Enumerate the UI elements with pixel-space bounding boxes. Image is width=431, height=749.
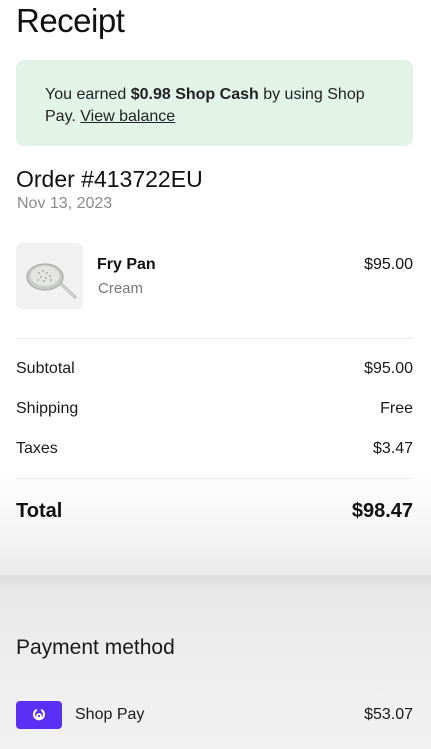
shop-cash-prefix: You earned [45, 86, 131, 103]
payment-method-label: Shop Pay [75, 706, 145, 723]
subtotal-value: $95.00 [364, 360, 413, 377]
summary-divider [16, 478, 413, 479]
item-variant: Cream [98, 280, 144, 297]
taxes-row: Taxes $3.47 [16, 440, 413, 458]
shop-pay-icon [16, 701, 62, 729]
item-name: Fry Pan [97, 256, 156, 273]
total-label: Total [16, 500, 63, 522]
taxes-value: $3.47 [372, 440, 413, 457]
fry-pan-icon [25, 263, 77, 299]
order-date: Nov 13, 2023 [17, 195, 113, 212]
total-value: $98.47 [351, 500, 413, 522]
page-title: Receipt [16, 2, 125, 39]
fry-pan-image [16, 243, 83, 309]
shop-cash-banner: You earned $0.98 Shop Cash by using Shop… [16, 60, 413, 146]
shipping-label: Shipping [16, 400, 79, 417]
total-row: Total $98.47 [16, 500, 413, 523]
receipt-page: Receipt You earned $0.98 Shop Cash by us… [0, 0, 431, 749]
payment-method-heading: Payment method [16, 636, 175, 659]
payment-method-amount: $53.07 [364, 706, 413, 723]
shop-cash-amount: $0.98 Shop Cash [130, 86, 259, 103]
subtotal-label: Subtotal [16, 360, 75, 377]
shop-pay-glyph [33, 709, 45, 721]
shipping-value: Free [380, 400, 413, 417]
view-balance-link[interactable]: View balance [80, 108, 175, 125]
item-price: $95.00 [364, 256, 413, 273]
payment-method-row: Shop Pay $53.07 [16, 701, 413, 729]
items-divider [16, 338, 413, 339]
shipping-row: Shipping Free [16, 400, 413, 418]
subtotal-row: Subtotal $95.00 [16, 360, 413, 378]
taxes-label: Taxes [16, 440, 58, 457]
order-number: Order #413722EU [16, 166, 203, 192]
